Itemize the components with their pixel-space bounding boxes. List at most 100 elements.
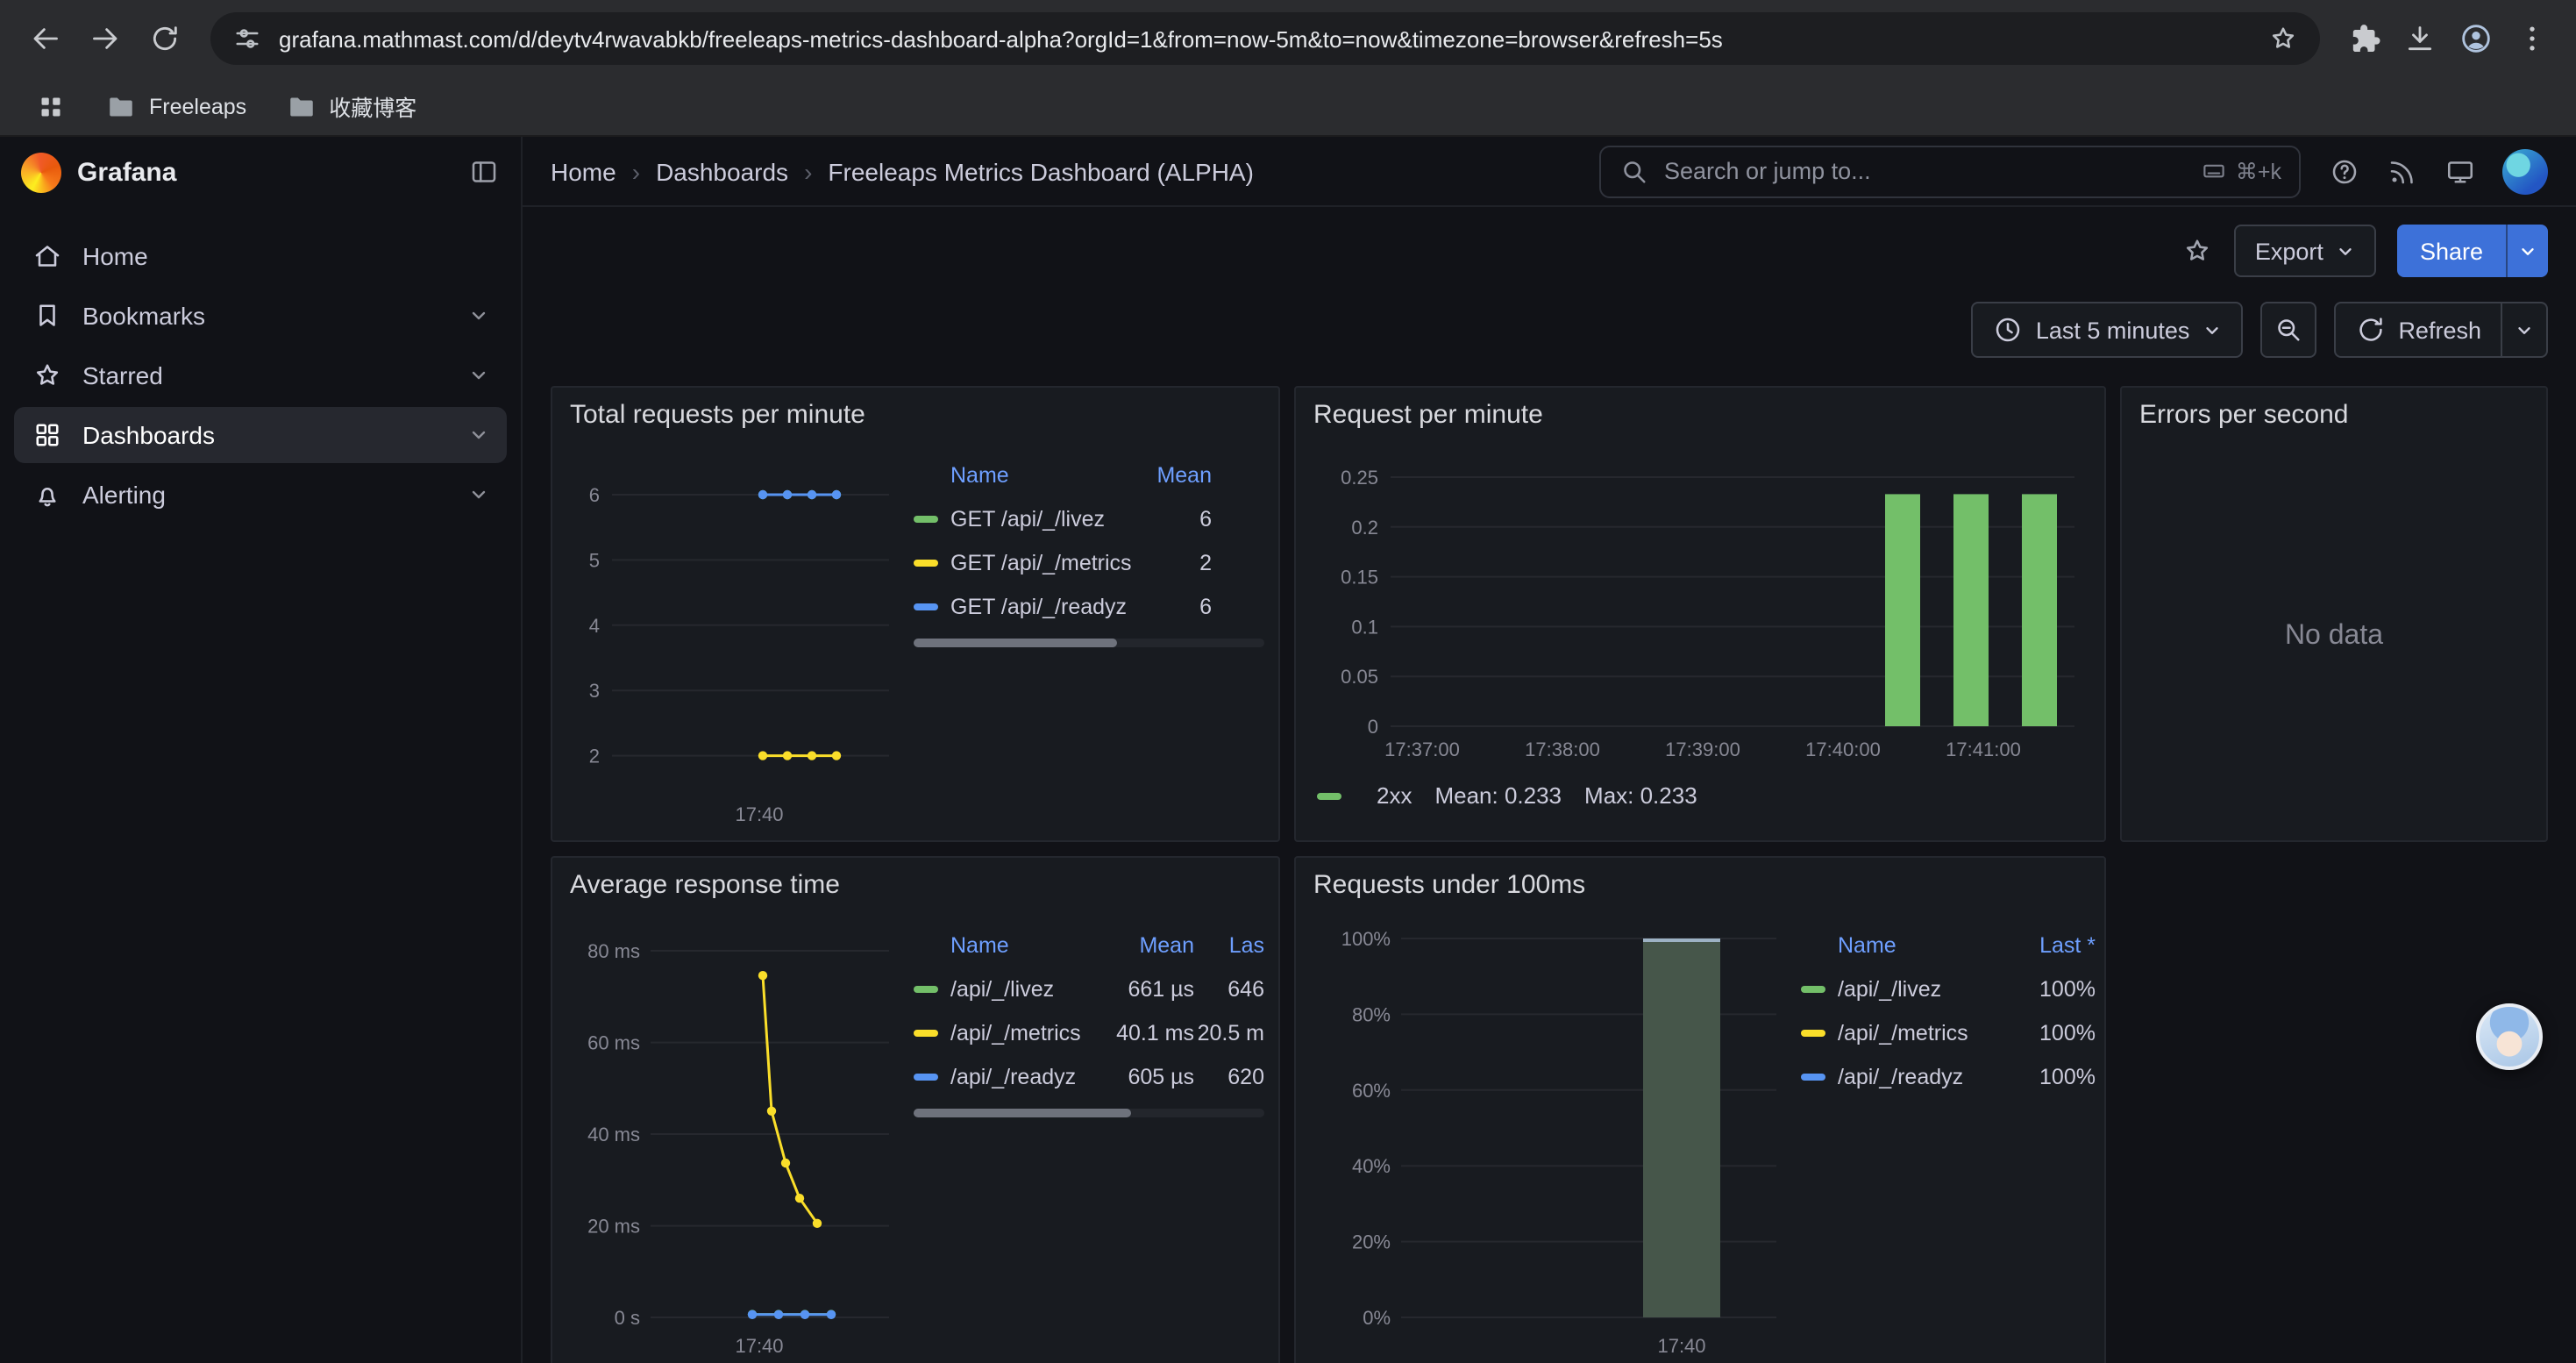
clock-icon — [1992, 314, 2024, 346]
monitor-icon[interactable] — [2444, 155, 2476, 187]
favorite-star-button[interactable] — [2181, 235, 2213, 267]
time-range-picker[interactable]: Last 5 minutes — [1971, 302, 2243, 358]
address-bar[interactable] — [210, 12, 2320, 65]
chevron-down-icon[interactable] — [468, 365, 489, 386]
legend-row[interactable]: /api/_/livez 100% — [1801, 967, 2096, 1010]
zoom-out-icon — [2272, 314, 2303, 346]
extensions-button[interactable] — [2338, 12, 2390, 65]
chevron-down-icon[interactable] — [468, 484, 489, 505]
sidebar-header: Grafana — [0, 137, 521, 207]
export-button[interactable]: Export — [2234, 225, 2376, 277]
legend-row[interactable]: /api/_/readyz 100% — [1801, 1054, 2096, 1098]
legend-header-name[interactable]: Name — [1801, 933, 2008, 958]
user-avatar[interactable] — [2502, 148, 2548, 194]
legend-row[interactable]: /api/_/metrics 100% — [1801, 1010, 2096, 1054]
panel-grid: Total requests per minute 6543217:40 Nam… — [551, 386, 2548, 1363]
chevron-down-icon[interactable] — [468, 425, 489, 446]
sidebar-item-bookmarks[interactable]: Bookmarks — [14, 288, 507, 344]
share-menu-button[interactable] — [2506, 225, 2548, 277]
legend-row[interactable]: GET /api/_/metrics 2 — [914, 540, 1264, 584]
avg-response-chart[interactable]: 80 ms60 ms40 ms20 ms0 s17:40 — [566, 910, 900, 1363]
breadcrumb-current: Freeleaps Metrics Dashboard (ALPHA) — [828, 157, 1254, 185]
panel-title[interactable]: Request per minute — [1296, 388, 2104, 440]
bookmark-folder-freeleaps[interactable]: Freeleaps — [95, 85, 257, 127]
kebab-menu-icon — [2515, 21, 2550, 56]
search-icon — [1619, 155, 1650, 187]
svg-text:6: 6 — [589, 484, 600, 506]
sidebar-item-starred[interactable]: Starred — [14, 347, 507, 403]
panel-title[interactable]: Total requests per minute — [552, 388, 1278, 440]
news-rss-icon[interactable] — [2387, 155, 2418, 187]
legend-row[interactable]: GET /api/_/readyz 6 — [914, 584, 1264, 628]
reload-button[interactable] — [137, 11, 193, 67]
chevron-down-icon[interactable] — [468, 305, 489, 326]
profile-button[interactable] — [2450, 12, 2502, 65]
share-button[interactable]: Share — [2397, 225, 2506, 277]
breadcrumb-home[interactable]: Home — [551, 157, 616, 185]
bookmark-label: 收藏博客 — [329, 89, 416, 123]
grafana-logo[interactable] — [21, 152, 61, 192]
refresh-interval-button[interactable] — [2502, 302, 2548, 358]
browser-menu-button[interactable] — [2506, 12, 2558, 65]
forward-icon — [88, 21, 123, 56]
help-icon[interactable] — [2329, 155, 2360, 187]
panel-title[interactable]: Average response time — [552, 858, 1278, 910]
bookmark-folder-blogs[interactable]: 收藏博客 — [274, 84, 427, 128]
search-box[interactable]: ⌘+k — [1599, 145, 2301, 197]
bookmark-star-icon[interactable] — [2267, 23, 2299, 54]
legend-row[interactable]: GET /api/_/livez 6 — [914, 496, 1264, 540]
back-button[interactable] — [18, 11, 74, 67]
site-settings-icon[interactable] — [231, 23, 263, 54]
search-input[interactable] — [1664, 158, 2187, 184]
svg-text:17:41:00: 17:41:00 — [1946, 739, 2021, 760]
page-header: Home › Dashboards › Freeleaps Metrics Da… — [523, 137, 2576, 207]
legend-header-mean[interactable]: Mean — [1135, 463, 1212, 488]
legend-header-last[interactable]: Last * — [2008, 933, 2096, 958]
refresh-button[interactable]: Refresh — [2333, 302, 2502, 358]
folder-icon — [105, 90, 137, 122]
legend-header-name[interactable]: Name — [914, 933, 1099, 958]
zoom-out-button[interactable] — [2259, 302, 2316, 358]
under-100ms-chart[interactable]: 100%80%60%40%20%0%17:40 — [1310, 910, 1787, 1363]
apps-shortcut-button[interactable] — [25, 80, 77, 132]
panel-errors-per-second: Errors per second No data — [2120, 386, 2548, 842]
bookmarks-bar: Freeleaps 收藏博客 — [0, 77, 2576, 137]
legend-scrollbar[interactable] — [914, 1109, 1264, 1117]
sidebar-item-alerting[interactable]: Alerting — [14, 467, 507, 523]
svg-text:40 ms: 40 ms — [587, 1124, 640, 1145]
series-color-dash — [914, 559, 938, 566]
legend-header-last[interactable]: Las — [1194, 933, 1264, 958]
sidebar-item-dashboards[interactable]: Dashboards — [14, 407, 507, 463]
svg-text:60 ms: 60 ms — [587, 1032, 640, 1054]
legend-row[interactable]: /api/_/metrics 40.1 ms 20.5 m — [914, 1010, 1264, 1054]
svg-text:4: 4 — [589, 615, 600, 637]
request-per-minute-chart[interactable]: 0.250.20.150.10.05017:37:0017:38:0017:39… — [1310, 440, 2083, 777]
no-data-message: No data — [2136, 440, 2532, 833]
panel-title[interactable]: Requests under 100ms — [1296, 858, 2104, 910]
sidebar-item-home[interactable]: Home — [14, 228, 507, 284]
total-requests-chart[interactable]: 6543217:40 — [566, 440, 900, 833]
caret-down-icon — [2515, 320, 2534, 339]
downloads-button[interactable] — [2394, 12, 2446, 65]
svg-text:17:40: 17:40 — [735, 803, 783, 825]
legend-series-label[interactable]: 2xx — [1377, 782, 1412, 809]
url-input[interactable] — [279, 25, 2252, 52]
avg-response-legend: Name Mean Las /api/_/livez 661 µs 646 — [914, 910, 1264, 1363]
forward-button[interactable] — [77, 11, 133, 67]
series-color-dash — [914, 603, 938, 610]
scrollbar-thumb[interactable] — [914, 639, 1117, 647]
legend-header-name[interactable]: Name — [914, 463, 1135, 488]
legend-row[interactable]: /api/_/livez 661 µs 646 — [914, 967, 1264, 1010]
assistant-avatar-button[interactable] — [2476, 1003, 2543, 1070]
panel-title[interactable]: Errors per second — [2122, 388, 2546, 440]
dock-sidebar-icon[interactable] — [468, 156, 500, 188]
home-icon — [32, 240, 63, 272]
bell-icon — [32, 479, 63, 510]
scrollbar-thumb[interactable] — [914, 1109, 1131, 1117]
breadcrumb-dashboards[interactable]: Dashboards — [656, 157, 788, 185]
legend-row[interactable]: /api/_/readyz 605 µs 620 — [914, 1054, 1264, 1098]
brand-title: Grafana — [77, 157, 452, 187]
breadcrumb: Home › Dashboards › Freeleaps Metrics Da… — [551, 157, 1254, 185]
legend-header-mean[interactable]: Mean — [1099, 933, 1194, 958]
legend-scrollbar[interactable] — [914, 639, 1264, 647]
